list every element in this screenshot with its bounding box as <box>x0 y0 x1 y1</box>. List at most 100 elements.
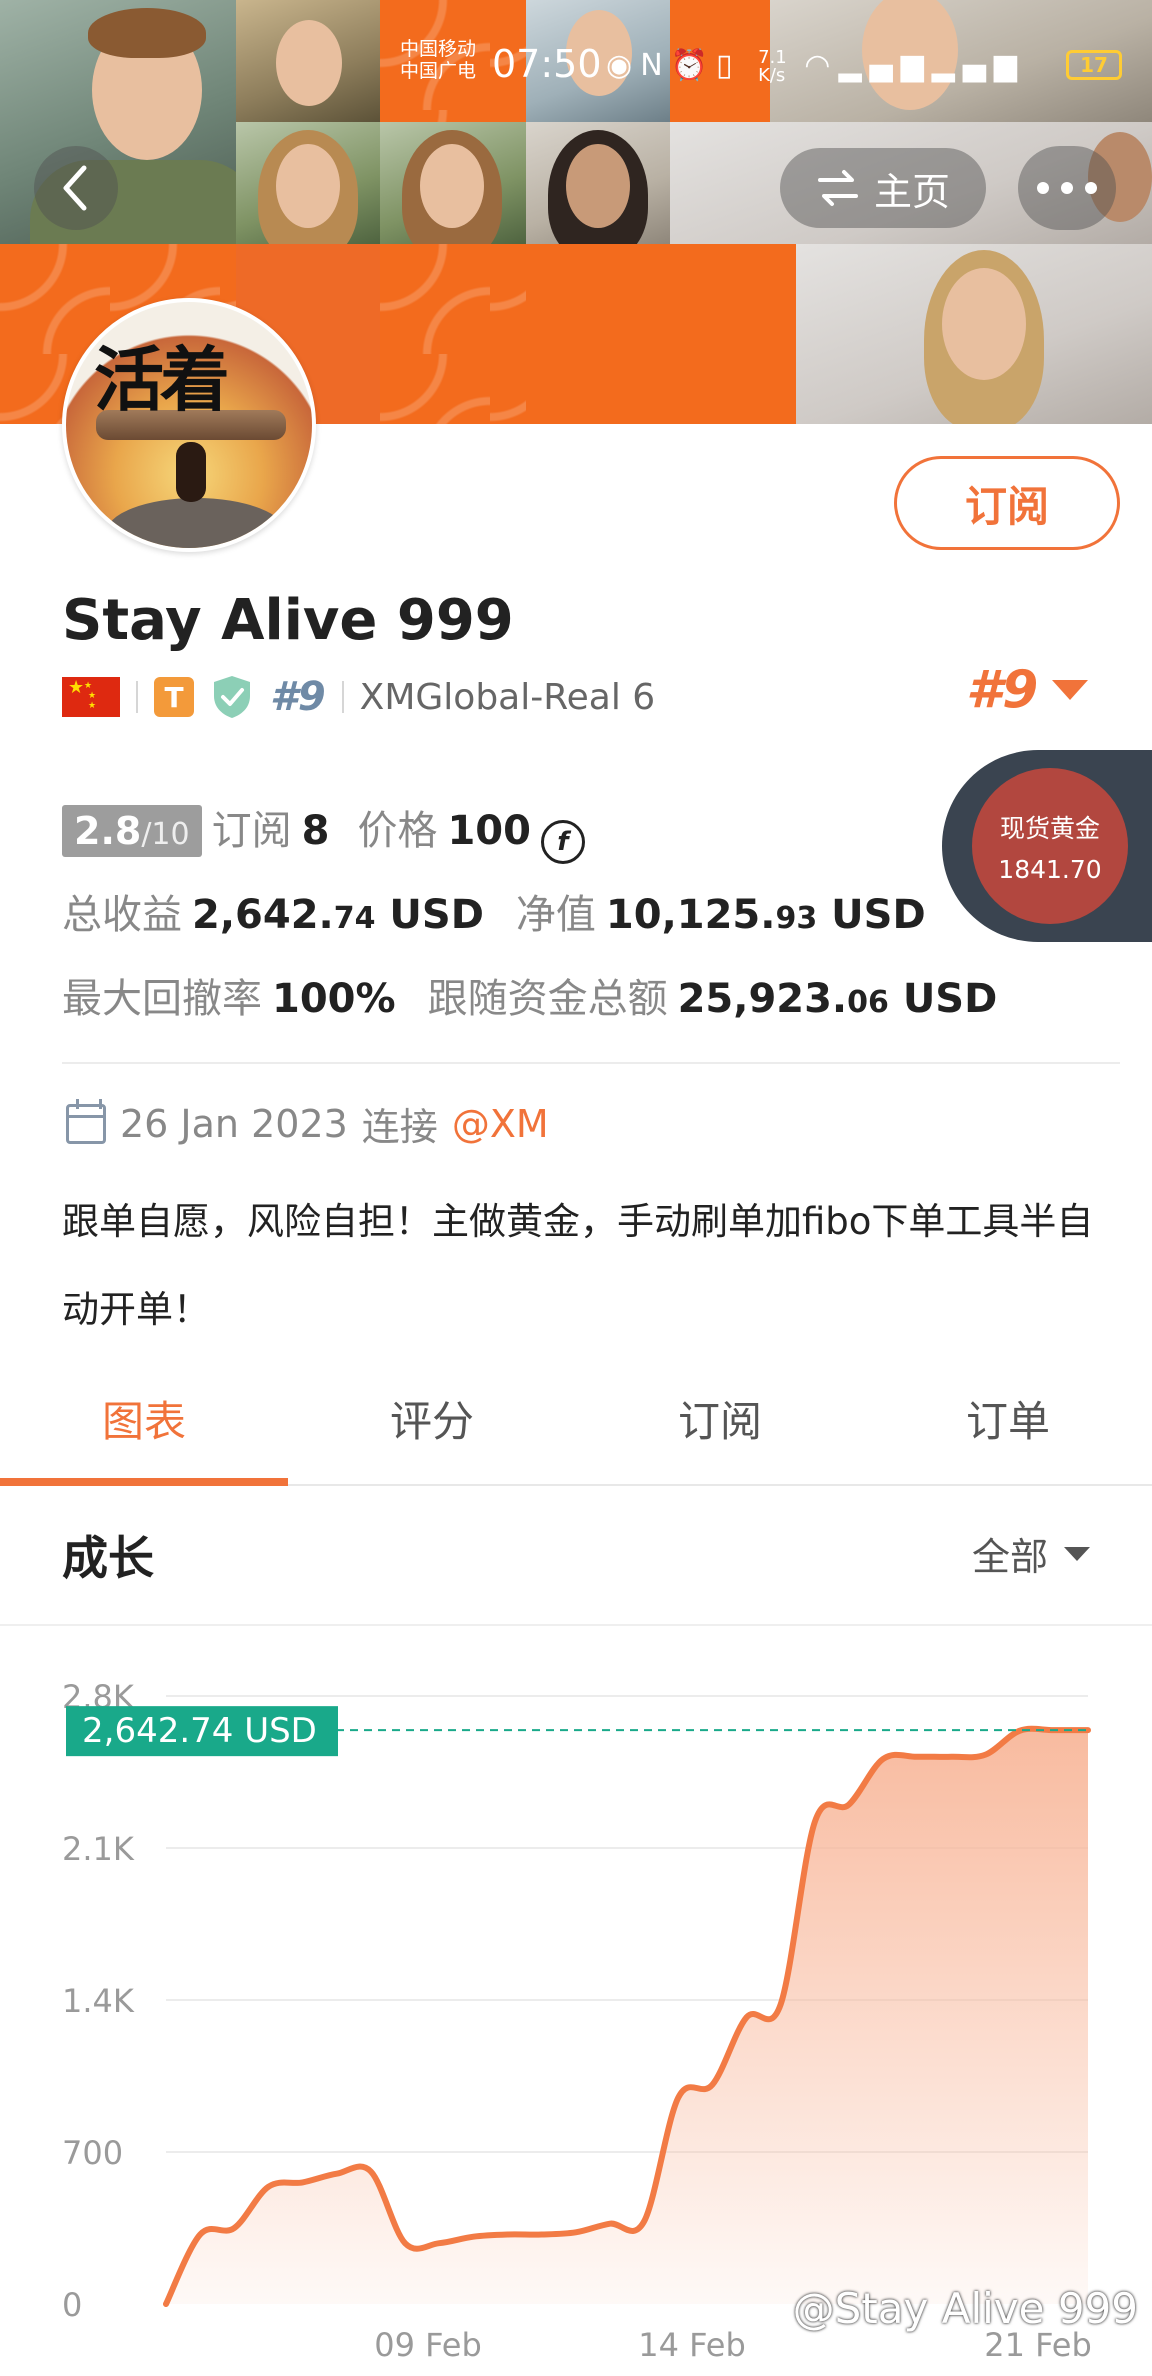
follow-funds-label: 跟随资金总额 <box>427 976 668 1022</box>
gold-price-label: 现货黄金 <box>999 813 1100 843</box>
divider <box>341 681 344 713</box>
follow-funds-main: 25,923. <box>677 976 848 1022</box>
tab-chart[interactable]: 图表 <box>0 1382 288 1486</box>
t-badge-icon: T <box>154 677 194 717</box>
tab-orders[interactable]: 订单 <box>864 1382 1152 1484</box>
status-icons: ◉N⏰▯ 7.1 K/s ◠▂▄▆▂▄▆ <box>606 48 1025 85</box>
caret-down-icon <box>1052 680 1089 700</box>
tab-rating[interactable]: 评分 <box>288 1382 576 1484</box>
banner-pattern <box>380 244 526 424</box>
china-flag-icon: ★ ★ ★ ★ <box>62 677 120 717</box>
home-label: 主页 <box>873 169 950 214</box>
signal-icon: ▂▄▆ <box>931 48 1025 83</box>
avatar-ant <box>176 442 206 502</box>
section-divider <box>62 1062 1120 1064</box>
trader-bio: 跟单自愿，风险自担！主做黄金，手动刷单加fibo下单工具半自动开单！ <box>62 1200 1094 1331</box>
max-drawdown-label: 最大回撤率 <box>62 976 262 1022</box>
carrier-line2: 中国广电 <box>400 60 477 82</box>
chevron-left-icon <box>63 165 87 211</box>
nfc-icon: N <box>640 48 671 83</box>
rank-value: #9 <box>966 660 1039 720</box>
equity-label: 净值 <box>515 892 596 938</box>
net-speed-label: 7.1 K/s <box>758 46 787 86</box>
score-badge: 2.8/10 <box>62 805 202 857</box>
growth-title: 成长 <box>62 1531 154 1585</box>
growth-chart[interactable]: 0 700 1.4K 2.1K 2.8K 2,642.74 USD 09 Feb 14 Feb… <box>0 1628 1152 2376</box>
growth-header: 成长 全部 <box>0 1488 1152 1626</box>
home-button[interactable]: 主页 <box>780 148 986 228</box>
total-profit-label: 总收益 <box>62 892 182 938</box>
max-drawdown-value: 100% <box>272 976 396 1022</box>
subscribe-count-label: 订阅 <box>211 808 292 854</box>
wifi-icon: ◠ <box>804 48 839 83</box>
gold-price-value: 1841.70 <box>998 854 1102 884</box>
status-time: 07:50 <box>492 42 602 86</box>
swap-icon <box>817 170 858 206</box>
carrier-label: 中国移动 中国广电 <box>400 38 476 82</box>
broker-link[interactable]: @XM <box>452 1102 549 1146</box>
score-max: /10 <box>141 817 190 852</box>
battery-icon: 17 <box>1066 50 1122 80</box>
y-tick-label: 0 <box>62 2286 82 2324</box>
current-value-label: 2,642.74 USD <box>82 1711 317 1751</box>
banner-photo <box>380 122 526 244</box>
status-bar: 中国移动 中国广电 07:50 ◉N⏰▯ 7.1 K/s ◠▂▄▆▂▄▆ 17 <box>396 28 1122 88</box>
watermark: @Stay Alive 999 <box>792 2284 1138 2333</box>
y-tick-label: 2.1K <box>62 1830 135 1868</box>
stats-row-1: 2.8/10 订阅 8 价格 100 f <box>62 798 585 864</box>
caret-down-icon <box>1064 1546 1090 1561</box>
alarm-icon: ⏰ <box>670 48 716 83</box>
subscribe-button[interactable]: 订阅 <box>894 456 1120 550</box>
x-tick-label: 14 Feb <box>638 2326 746 2364</box>
subscribe-count: 8 <box>301 808 330 854</box>
avatar-calligraphy: 活着 <box>94 338 230 421</box>
rank-dropdown[interactable]: #9 <box>966 660 1089 720</box>
signal-icon: ▂▄▆ <box>838 48 932 83</box>
avatar[interactable]: 活着 <box>62 298 316 552</box>
banner-photo <box>236 0 380 122</box>
eye-icon: ◉ <box>606 48 641 83</box>
price-label: 价格 <box>357 808 438 854</box>
gold-price-widget[interactable]: 现货黄金 1841.70 <box>942 750 1152 942</box>
banner-photo <box>0 0 236 244</box>
stats-row-2: 总收益 2,642.74 USD 净值 10,125.93 USD <box>62 882 926 940</box>
follow-funds-value: 25,923.06 USD <box>678 976 998 1022</box>
banner-tile <box>526 244 796 424</box>
x-tick-label: 09 Feb <box>374 2326 482 2364</box>
equity-unit: USD <box>831 892 926 938</box>
stats-row-3: 最大回撤率 100% 跟随资金总额 25,923.06 USD <box>62 966 997 1024</box>
score-value: 2.8 <box>74 809 142 853</box>
range-dropdown[interactable]: 全部 <box>972 1526 1090 1581</box>
total-profit-main: 2,642. <box>192 892 334 938</box>
follow-funds-decimals: 06 <box>847 985 889 1020</box>
tab-subscriptions[interactable]: 订阅 <box>576 1382 864 1484</box>
more-horizontal-icon <box>1037 182 1097 194</box>
join-date: 26 Jan 2023 <box>120 1101 348 1146</box>
back-button[interactable] <box>34 146 118 230</box>
verified-shield-icon <box>214 676 250 718</box>
gold-price-circle: 现货黄金 1841.70 <box>972 768 1128 924</box>
broker-account: XMGlobal-Real 6 <box>359 676 656 718</box>
divider <box>136 681 138 713</box>
banner-photo <box>796 244 1152 424</box>
vibrate-icon: ▯ <box>716 48 741 83</box>
join-info: 26 Jan 2023 连接 @XM <box>66 1096 549 1151</box>
range-label: 全部 <box>971 1535 1048 1579</box>
equity-main: 10,125. <box>605 892 776 938</box>
coin-icon: f <box>540 820 585 864</box>
growth-area <box>166 1728 1088 2304</box>
flag-star: ★ <box>68 677 85 698</box>
follow-funds-unit: USD <box>902 976 998 1022</box>
more-button[interactable] <box>1018 146 1116 230</box>
connect-label: 连接 <box>361 1105 438 1149</box>
carrier-line1: 中国移动 <box>400 38 477 60</box>
growth-chart-svg: 07001.4K2.1K2.8K2,642.74 USD09 Feb 14 Feb… <box>62 1678 1092 2364</box>
banner-photo <box>236 122 380 244</box>
price-value: 100 <box>447 808 531 854</box>
total-profit-value: 2,642.74 USD <box>192 892 484 938</box>
banner-photo <box>526 122 670 244</box>
y-tick-label: 1.4K <box>62 1982 135 2020</box>
equity-decimals: 93 <box>775 901 818 936</box>
total-profit-unit: USD <box>389 892 484 938</box>
flag-star: ★ <box>88 701 97 711</box>
